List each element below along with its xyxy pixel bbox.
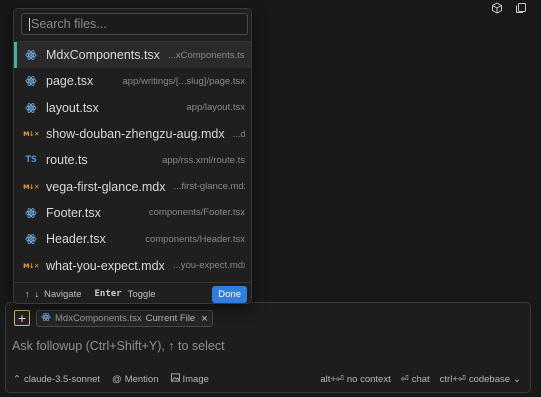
editor-toolbar bbox=[491, 2, 527, 14]
react-icon bbox=[24, 74, 38, 88]
codebase-shortcut: ctrl+⏎ bbox=[439, 373, 466, 385]
navigate-hint: Navigate bbox=[44, 288, 82, 300]
file-name: what-you-expect.mdx bbox=[46, 258, 165, 273]
model-name: claude-3.5-sonnet bbox=[23, 373, 101, 385]
toggle-hint: Toggle bbox=[127, 288, 156, 300]
mdx-icon-glyph: M↓✕ bbox=[23, 261, 39, 270]
mdx-icon: M↓✕ bbox=[23, 259, 39, 273]
send-options: alt+⏎ no context ⏎ chat ctrl+⏎ codebase … bbox=[320, 374, 521, 385]
no-context-shortcut: alt+⏎ bbox=[320, 373, 344, 385]
copy-icon[interactable] bbox=[515, 2, 527, 14]
file-path: app/writings/[...slug]/page.tsx bbox=[122, 75, 245, 87]
file-row[interactable]: M↓✕ vega-first-glance.mdx ...first-glance.… bbox=[14, 173, 251, 199]
no-context-button[interactable]: alt+⏎ no context bbox=[320, 374, 390, 385]
file-name: route.ts bbox=[46, 153, 88, 168]
file-path: ...xComponents.tsx bbox=[167, 49, 245, 61]
codebase-button[interactable]: ctrl+⏎ codebase ⌄ bbox=[440, 374, 521, 385]
mention-button[interactable]: @ Mention bbox=[112, 374, 158, 385]
no-context-label: no context bbox=[346, 373, 391, 385]
codebase-label: codebase bbox=[468, 373, 511, 385]
mdx-icon: M↓✕ bbox=[23, 127, 39, 141]
image-label: Image bbox=[182, 373, 209, 385]
chip-file-name: MdxComponents.tsx bbox=[55, 313, 142, 324]
arrow-down-key: ↓ bbox=[34, 289, 40, 299]
file-row[interactable]: TS route.ts app/rss.xml/route.ts bbox=[14, 147, 251, 173]
file-row[interactable]: Header.tsx components/Header.tsx bbox=[14, 226, 251, 252]
chat-button[interactable]: ⏎ chat bbox=[401, 374, 430, 385]
chevron-down-icon: ⌄ bbox=[513, 373, 521, 385]
file-path: ...you-expect.mdx bbox=[172, 260, 245, 272]
image-button[interactable]: Image bbox=[170, 373, 209, 385]
file-path: app/layout.tsx bbox=[186, 102, 245, 114]
context-chip[interactable]: MdxComponents.tsx Current File × bbox=[36, 310, 213, 327]
chip-tag: Current File bbox=[145, 313, 196, 324]
arrow-up-key: ↑ bbox=[25, 289, 30, 299]
file-path: ...dx bbox=[232, 128, 245, 140]
add-context-button[interactable]: + bbox=[14, 310, 30, 326]
react-icon bbox=[24, 48, 38, 62]
done-button[interactable]: Done bbox=[212, 285, 247, 303]
composer: + MdxComponents.tsx Current File × ⌃ cla… bbox=[5, 302, 531, 393]
file-name: layout.tsx bbox=[46, 100, 99, 115]
picker-footer: ↑ ↓ Navigate Enter Toggle Done bbox=[14, 283, 251, 305]
file-list: MdxComponents.tsx ...xComponents.tsx page.… bbox=[14, 42, 251, 279]
chat-shortcut: ⏎ bbox=[400, 373, 409, 385]
followup-input[interactable] bbox=[12, 337, 512, 355]
mention-label: Mention bbox=[124, 373, 159, 385]
file-name: MdxComponents.tsx bbox=[46, 48, 160, 63]
react-icon bbox=[24, 101, 38, 115]
text-caret bbox=[29, 17, 30, 31]
react-icon bbox=[41, 312, 51, 325]
file-row[interactable]: page.tsx app/writings/[...slug]/page.tsx bbox=[14, 68, 251, 94]
file-picker-popup: MdxComponents.tsx ...xComponents.tsx page.… bbox=[13, 8, 252, 304]
file-name: Footer.tsx bbox=[46, 205, 101, 220]
cube-icon[interactable] bbox=[491, 2, 503, 14]
mdx-icon: M↓✕ bbox=[23, 180, 39, 194]
enter-key: Enter bbox=[94, 289, 122, 299]
react-icon bbox=[24, 206, 38, 220]
model-selector[interactable]: ⌃ claude-3.5-sonnet bbox=[13, 374, 100, 385]
file-row[interactable]: M↓✕ show-douban-zhengzu-aug.mdx ...dx bbox=[14, 121, 251, 147]
ts-icon-glyph: TS bbox=[25, 155, 37, 166]
mdx-icon-glyph: M↓✕ bbox=[23, 130, 39, 139]
search-box[interactable] bbox=[21, 13, 248, 35]
image-icon bbox=[170, 373, 180, 385]
file-name: show-douban-zhengzu-aug.mdx bbox=[46, 127, 225, 142]
ts-icon: TS bbox=[24, 153, 38, 167]
mdx-icon-glyph: M↓✕ bbox=[23, 182, 39, 191]
file-path: ...first-glance.mdx bbox=[173, 181, 246, 193]
file-row[interactable]: layout.tsx app/layout.tsx bbox=[14, 95, 251, 121]
file-row[interactable]: M↓✕ what-you-expect.mdx ...you-expect.mdx bbox=[14, 252, 251, 278]
react-icon bbox=[24, 232, 38, 246]
chevron-up-icon: ⌃ bbox=[13, 373, 21, 385]
file-name: page.tsx bbox=[46, 74, 94, 89]
file-name: Header.tsx bbox=[46, 232, 106, 247]
at-icon: @ bbox=[112, 373, 122, 385]
file-path: components/Header.tsx bbox=[145, 233, 245, 245]
file-path: components/Footer.tsx bbox=[148, 207, 245, 219]
file-path: app/rss.xml/route.ts bbox=[162, 154, 245, 166]
file-row[interactable]: MdxComponents.tsx ...xComponents.tsx bbox=[14, 42, 251, 69]
file-row[interactable]: Footer.tsx components/Footer.tsx bbox=[14, 200, 251, 226]
chat-label: chat bbox=[411, 373, 430, 385]
file-name: vega-first-glance.mdx bbox=[46, 179, 166, 194]
composer-toolbar: ⌃ claude-3.5-sonnet @ Mention Image alt+… bbox=[13, 372, 521, 386]
search-input[interactable] bbox=[31, 17, 231, 31]
close-icon[interactable]: × bbox=[201, 313, 207, 325]
